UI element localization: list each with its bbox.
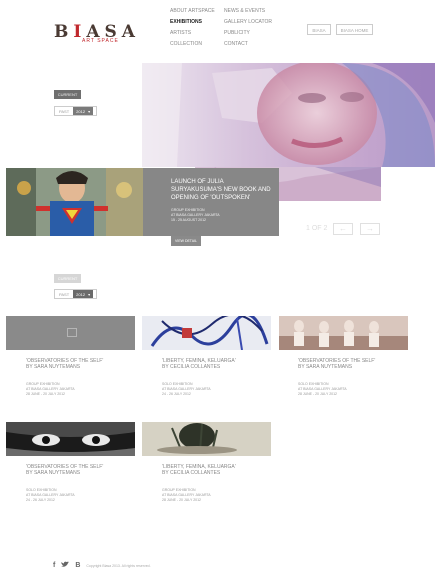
card-4-title-line2: BY SARA NUYTEMANS bbox=[26, 470, 81, 476]
exhibition-thumbnail-4[interactable] bbox=[6, 422, 135, 456]
logo-subtitle: ART SPACE bbox=[82, 38, 119, 44]
nav-artists[interactable]: ARTISTS bbox=[170, 28, 215, 39]
copyright-text: Copyright Biasa 2013. All rights reserve… bbox=[86, 563, 151, 568]
featured-meta: GROUP EXHIBITION AT BIASA GALLERY JAKART… bbox=[171, 208, 220, 223]
nav-column-2: NEWS & EVENTS GALLERY LOCATOR PUBLICITY … bbox=[224, 6, 272, 50]
card-5-dates: 28 JUNE - 20 JULY 2012 bbox=[162, 498, 201, 502]
thumbnail-5-graphic bbox=[142, 422, 271, 456]
next-button[interactable]: → bbox=[360, 223, 380, 235]
hero-artwork-graphic bbox=[142, 63, 435, 167]
card-4-meta: SOLO EXHIBITION AT BIASA GALLERY JAKARTA… bbox=[26, 488, 146, 503]
nav-contact[interactable]: CONTACT bbox=[224, 39, 272, 50]
hero-artwork-image bbox=[142, 63, 435, 167]
biasa-home-button[interactable]: BIASA HOME bbox=[336, 24, 373, 35]
year-value: 2012 bbox=[76, 108, 86, 114]
card-3-title[interactable]: 'OBSERVATORIES OF THE SELF' BY SARA NUYT… bbox=[298, 358, 418, 370]
arrow-right-icon: → bbox=[366, 224, 374, 233]
current-tab-secondary[interactable]: CURRENT bbox=[54, 274, 81, 283]
logo-letter-b: B bbox=[54, 22, 74, 42]
prev-button[interactable]: ← bbox=[333, 223, 353, 235]
chevron-down-icon: ▾ bbox=[88, 108, 91, 114]
nav-publicity[interactable]: PUBLICITY bbox=[224, 28, 272, 39]
twitter-icon[interactable] bbox=[61, 561, 70, 570]
card-2-title-line2: BY CECILIA COLLANTES bbox=[162, 364, 221, 370]
blog-icon[interactable]: B bbox=[75, 562, 80, 569]
facebook-icon[interactable]: f bbox=[53, 562, 55, 569]
card-1-meta: GROUP EXHIBITION AT BIASA GALLERY JAKART… bbox=[26, 382, 146, 397]
card-2-title[interactable]: 'LIBERTY, FEMINA, KELUARGA' BY CECILIA C… bbox=[162, 358, 282, 370]
card-2-meta: SOLO EXHIBITION AT BIASA GALLERY JAKARTA… bbox=[162, 382, 282, 397]
past-label-secondary: PAST bbox=[59, 291, 70, 297]
featured-dates: 15 - 25 AUGUST 2012 bbox=[171, 218, 206, 222]
card-3-meta: SOLO EXHIBITION AT BIASA GALLERY JAKARTA… bbox=[298, 382, 418, 397]
exhibition-thumbnail-5[interactable] bbox=[142, 422, 271, 456]
current-tab[interactable]: CURRENT bbox=[54, 90, 81, 99]
arrow-left-icon: ← bbox=[339, 224, 347, 233]
year-select-secondary[interactable]: 2012 ▾ bbox=[73, 290, 94, 298]
card-3-dates: 28 JUNE - 20 JULY 2012 bbox=[298, 392, 337, 396]
year-filter-secondary[interactable]: PAST 2012 ▾ bbox=[54, 289, 97, 299]
twitter-bird-glyph bbox=[61, 561, 70, 567]
nav-about[interactable]: ABOUT ARTSPACE bbox=[170, 6, 215, 17]
card-4-title[interactable]: 'OBSERVATORIES OF THE SELF' BY SARA NUYT… bbox=[26, 464, 146, 476]
card-5-title-line2: BY CECILIA COLLANTES bbox=[162, 470, 221, 476]
biasa-button[interactable]: BIASA bbox=[307, 24, 331, 35]
card-3-title-line2: BY SARA NUYTEMANS bbox=[298, 364, 353, 370]
year-filter[interactable]: PAST 2012 ▾ bbox=[54, 106, 97, 116]
thumbnail-3-graphic bbox=[279, 316, 408, 350]
nav-news-events[interactable]: NEWS & EVENTS bbox=[224, 6, 272, 17]
nav-gallery-locator[interactable]: GALLERY LOCATOR bbox=[224, 17, 272, 28]
card-5-meta: GROUP EXHIBITION AT BIASA GALLERY JAKART… bbox=[162, 488, 282, 503]
card-2-dates: 24 - 26 JULY 2012 bbox=[162, 392, 191, 396]
footer: f B Copyright Biasa 2013. All rights res… bbox=[53, 561, 151, 570]
exhibition-thumbnail-3[interactable] bbox=[279, 316, 408, 350]
image-placeholder-icon bbox=[67, 328, 77, 337]
year-select[interactable]: 2012 ▾ bbox=[73, 107, 94, 115]
pager-count: 1 OF 2 bbox=[306, 225, 328, 232]
card-1-title-line2: BY SARA NUYTEMANS bbox=[26, 364, 81, 370]
card-4-dates: 24 - 26 JULY 2012 bbox=[26, 498, 55, 502]
chevron-down-icon: ▾ bbox=[88, 291, 91, 297]
exhibition-thumbnail-2[interactable] bbox=[142, 316, 271, 350]
thumbnail-2-graphic bbox=[142, 316, 271, 350]
featured-title[interactable]: LAUNCH OF JULIA SURYAKUSUMA'S NEW BOOK A… bbox=[171, 178, 273, 202]
view-detail-button[interactable]: VIEW DETAIL bbox=[171, 236, 201, 246]
card-1-title[interactable]: 'OBSERVATORIES OF THE SELF' BY SARA NUYT… bbox=[26, 358, 146, 370]
card-5-title[interactable]: 'LIBERTY, FEMINA, KELUARGA' BY CECILIA C… bbox=[162, 464, 282, 476]
nav-column-1: ABOUT ARTSPACE EXHIBITIONS ARTISTS COLLE… bbox=[170, 6, 215, 50]
featured-artwork-image[interactable] bbox=[6, 168, 143, 236]
past-label: PAST bbox=[59, 108, 70, 114]
thumbnail-4-graphic bbox=[6, 422, 135, 456]
exhibition-thumbnail-1[interactable] bbox=[6, 316, 135, 350]
card-1-dates: 28 JUNE - 20 JULY 2012 bbox=[26, 392, 65, 396]
nav-collection[interactable]: COLLECTION bbox=[170, 39, 215, 50]
featured-artwork-graphic bbox=[6, 168, 143, 236]
nav-exhibitions[interactable]: EXHIBITIONS bbox=[170, 17, 215, 28]
year-value-secondary: 2012 bbox=[76, 291, 86, 297]
